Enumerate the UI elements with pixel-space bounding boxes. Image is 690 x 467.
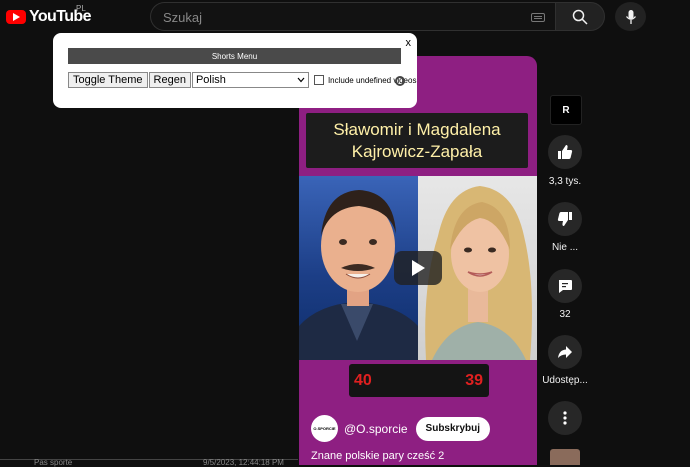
title-line-2: Kajrowicz-Zapała xyxy=(351,141,483,161)
score-right: 39 xyxy=(465,372,483,389)
bottom-timestamp: 9/5/2023, 12:44:18 PM xyxy=(203,458,284,467)
more-options-button[interactable] xyxy=(548,401,582,435)
search-input[interactable] xyxy=(163,8,523,26)
search-box[interactable] xyxy=(150,2,555,31)
dislike-label: Nie ... xyxy=(551,242,579,253)
dislike-button[interactable] xyxy=(548,202,582,236)
voice-search-button[interactable] xyxy=(615,2,646,31)
chevron-down-icon xyxy=(297,77,305,83)
share-button[interactable] xyxy=(548,335,582,369)
play-button[interactable] xyxy=(394,251,442,285)
channel-row: O.SPORCIE @O.sporcie Subskrybuj xyxy=(311,415,491,442)
menu-controls: Toggle Theme Regen Polish Include undefi… xyxy=(68,72,416,88)
menu-title: Shorts Menu xyxy=(68,48,401,64)
thumbs-up-icon xyxy=(558,145,573,159)
bottom-left-text: Pas sporte xyxy=(34,458,73,467)
shorts-player[interactable]: Sławomir i Magdalena Kajrowicz-Zapała 40… xyxy=(299,56,537,465)
menu-close-button[interactable]: x xyxy=(406,37,412,49)
play-icon xyxy=(412,260,425,276)
video-caption[interactable]: Znane polskie pary cześć 2 xyxy=(311,450,444,462)
comments-button[interactable] xyxy=(548,269,582,303)
comment-icon xyxy=(559,280,572,293)
region-code: PL xyxy=(76,4,86,13)
sound-thumbnail[interactable] xyxy=(550,449,580,465)
comment-count: 32 xyxy=(559,309,571,320)
gear-icon[interactable] xyxy=(395,76,405,86)
more-vertical-icon xyxy=(563,411,567,425)
microphone-icon xyxy=(625,9,636,24)
score-left: 40 xyxy=(354,372,372,389)
toggle-theme-button[interactable]: Toggle Theme xyxy=(68,72,148,88)
shorts-menu: x Shorts Menu Toggle Theme Regen Polish … xyxy=(53,33,417,108)
share-label: Udostęp... xyxy=(542,375,588,386)
youtube-play-icon xyxy=(6,10,26,24)
thumbs-down-icon xyxy=(557,212,572,226)
channel-avatar[interactable]: O.SPORCIE xyxy=(311,415,338,442)
like-count: 3,3 tys. xyxy=(548,176,582,187)
title-card: Sławomir i Magdalena Kajrowicz-Zapała xyxy=(306,113,528,168)
like-button[interactable] xyxy=(548,135,582,169)
share-icon xyxy=(558,346,572,358)
subscribe-button[interactable]: Subskrybuj xyxy=(415,416,491,441)
channel-badge[interactable]: R xyxy=(550,95,582,125)
search-button[interactable] xyxy=(555,2,605,31)
channel-name[interactable]: @O.sporcie xyxy=(344,422,408,436)
search-icon xyxy=(572,9,588,25)
language-selected: Polish xyxy=(195,74,226,86)
title-line-1: Sławomir i Magdalena xyxy=(333,119,501,139)
keyboard-icon[interactable] xyxy=(531,13,545,22)
language-select[interactable]: Polish xyxy=(191,72,309,88)
score-box: 40 39 xyxy=(349,364,489,397)
include-undefined-checkbox[interactable] xyxy=(313,75,324,85)
regen-button[interactable]: Regen xyxy=(148,72,191,88)
